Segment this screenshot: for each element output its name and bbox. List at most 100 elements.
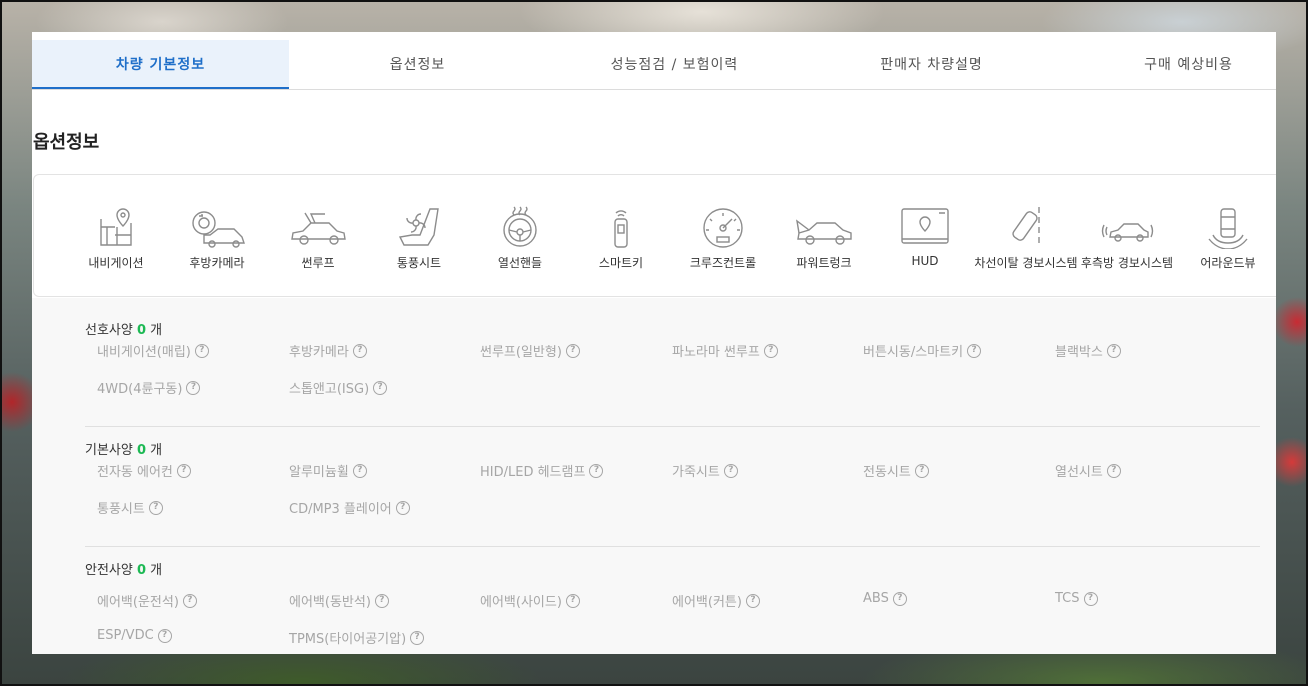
group-count: 0: [136, 443, 147, 458]
group-title: 기본사양 0 개: [85, 443, 163, 458]
feature-label: 열선핸들: [497, 256, 543, 270]
around-view-icon: [1208, 208, 1248, 249]
feature-ventilated-seat[interactable]: 통풍시트: [367, 205, 471, 271]
navigation-icon: [100, 208, 132, 246]
group-count: 0: [136, 563, 147, 578]
option-item[interactable]: 내비게이션(매립)?: [97, 341, 209, 360]
smart-key-icon: [614, 210, 628, 248]
tab-seller-description[interactable]: 판매자 차량설명: [803, 40, 1060, 88]
tab-bar: 차량 기본정보 옵션정보 성능점검 / 보험이력 판매자 차량설명 구매 예상비…: [32, 40, 1276, 90]
option-item[interactable]: CD/MP3 플레이어?: [289, 498, 410, 517]
section-title: 옵션정보: [33, 132, 100, 153]
feature-navigation[interactable]: 내비게이션: [64, 205, 168, 271]
feature-blind-spot[interactable]: 후측방 경보시스템: [1075, 205, 1179, 271]
option-item[interactable]: 파노라마 썬루프?: [672, 341, 778, 360]
feature-heated-steering[interactable]: 열선핸들: [468, 205, 572, 271]
option-item[interactable]: 에어백(사이드)?: [480, 591, 580, 610]
option-group-preferred: 선호사양 0 개 내비게이션(매립)? 후방카메라? 썬루프(일반형)? 파노라…: [85, 321, 1260, 427]
feature-hud[interactable]: HUD: [873, 205, 977, 268]
feature-label: 후방카메라: [189, 256, 245, 270]
help-icon[interactable]: ?: [148, 500, 163, 515]
feature-cruise-control[interactable]: 크루즈컨트롤: [671, 205, 775, 271]
lane-departure-icon: [1012, 207, 1040, 243]
feature-label: 어라운드뷰: [1200, 256, 1256, 270]
tab-inspection-insurance[interactable]: 성능점검 / 보험이력: [546, 40, 803, 88]
option-group-safety: 안전사양 0 개 에어백(운전석)? 에어백(동반석)? 에어백(사이드)? 에…: [85, 561, 1260, 654]
tab-expected-cost[interactable]: 구매 예상비용: [1060, 40, 1276, 88]
help-icon[interactable]: ?: [565, 343, 580, 358]
rear-camera-icon: [192, 211, 245, 248]
heated-steering-icon: [503, 206, 537, 247]
option-item[interactable]: TPMS(타이어공기압)?: [289, 628, 425, 647]
option-item[interactable]: HID/LED 헤드램프?: [480, 461, 604, 480]
option-item[interactable]: 통풍시트?: [97, 498, 163, 517]
tab-options[interactable]: 옵션정보: [289, 40, 546, 88]
hud-icon: [901, 208, 949, 244]
help-icon[interactable]: ?: [352, 343, 367, 358]
feature-label: 썬루프: [301, 256, 335, 270]
help-icon[interactable]: ?: [723, 463, 738, 478]
help-icon[interactable]: ?: [967, 343, 982, 358]
help-icon[interactable]: ?: [186, 380, 201, 395]
vehicle-info-panel: 차량 기본정보 옵션정보 성능점검 / 보험이력 판매자 차량설명 구매 예상비…: [32, 32, 1276, 654]
feature-label: 파워트렁크: [796, 256, 852, 270]
ventilated-seat-icon: [398, 208, 439, 246]
feature-label: 크루즈컨트롤: [689, 256, 757, 270]
group-title: 안전사양 0 개: [85, 563, 163, 578]
option-item[interactable]: 알루미늄휠?: [289, 461, 367, 480]
help-icon[interactable]: ?: [182, 593, 197, 608]
option-item[interactable]: 4WD(4륜구동)?: [97, 378, 201, 397]
option-item[interactable]: 에어백(운전석)?: [97, 591, 197, 610]
option-item[interactable]: 열선시트?: [1055, 461, 1121, 480]
option-item[interactable]: ABS?: [863, 591, 907, 606]
help-icon[interactable]: ?: [395, 500, 410, 515]
help-icon[interactable]: ?: [565, 593, 580, 608]
help-icon[interactable]: ?: [745, 593, 760, 608]
option-item[interactable]: 에어백(동반석)?: [289, 591, 389, 610]
group-title: 선호사양 0 개: [85, 323, 163, 338]
feature-label: 후측방 경보시스템: [1080, 256, 1174, 270]
feature-lane-departure[interactable]: 차선이탈 경보시스템: [974, 205, 1078, 271]
help-icon[interactable]: ?: [410, 630, 425, 645]
option-item[interactable]: TCS?: [1055, 591, 1098, 606]
feature-power-trunk[interactable]: 파워트렁크: [772, 205, 876, 271]
option-item[interactable]: 전동시트?: [863, 461, 929, 480]
feature-icon-strip: 내비게이션 후방카메라 썬루프 통풍시트 열선핸들 스마트키 크루즈컨트롤 파워…: [33, 174, 1276, 297]
help-icon[interactable]: ?: [1106, 343, 1121, 358]
help-icon[interactable]: ?: [194, 343, 209, 358]
power-trunk-icon: [796, 219, 852, 245]
feature-label: 통풍시트: [396, 256, 442, 270]
sunroof-icon: [291, 212, 346, 245]
feature-smart-key[interactable]: 스마트키: [569, 205, 673, 271]
option-item[interactable]: 스톱앤고(ISG)?: [289, 378, 388, 397]
option-item[interactable]: 썬루프(일반형)?: [480, 341, 580, 360]
feature-label: HUD: [911, 254, 939, 268]
help-icon[interactable]: ?: [763, 343, 778, 358]
help-icon[interactable]: ?: [589, 463, 604, 478]
help-icon[interactable]: ?: [157, 628, 172, 643]
group-count: 0: [136, 323, 147, 338]
help-icon[interactable]: ?: [352, 463, 367, 478]
help-icon[interactable]: ?: [892, 591, 907, 606]
feature-label: 내비게이션: [88, 256, 144, 270]
help-icon[interactable]: ?: [373, 380, 388, 395]
option-item[interactable]: ESP/VDC?: [97, 628, 172, 643]
feature-label: 차선이탈 경보시스템: [974, 256, 1078, 270]
tab-basic-info[interactable]: 차량 기본정보: [32, 40, 289, 89]
help-icon[interactable]: ?: [1106, 463, 1121, 478]
help-icon[interactable]: ?: [1083, 591, 1098, 606]
help-icon[interactable]: ?: [176, 463, 191, 478]
help-icon[interactable]: ?: [374, 593, 389, 608]
option-item[interactable]: 가죽시트?: [672, 461, 738, 480]
option-item[interactable]: 블랙박스?: [1055, 341, 1121, 360]
help-icon[interactable]: ?: [914, 463, 929, 478]
feature-around-view[interactable]: 어라운드뷰: [1176, 205, 1276, 271]
cruise-control-icon: [703, 208, 743, 248]
option-item[interactable]: 전자동 에어컨?: [97, 461, 191, 480]
option-item[interactable]: 후방카메라?: [289, 341, 367, 360]
option-item[interactable]: 에어백(커튼)?: [672, 591, 760, 610]
feature-sunroof[interactable]: 썬루프: [266, 205, 370, 271]
feature-rear-camera[interactable]: 후방카메라: [165, 205, 269, 271]
option-item[interactable]: 버튼시동/스마트키?: [863, 341, 982, 360]
feature-label: 스마트키: [598, 256, 644, 270]
